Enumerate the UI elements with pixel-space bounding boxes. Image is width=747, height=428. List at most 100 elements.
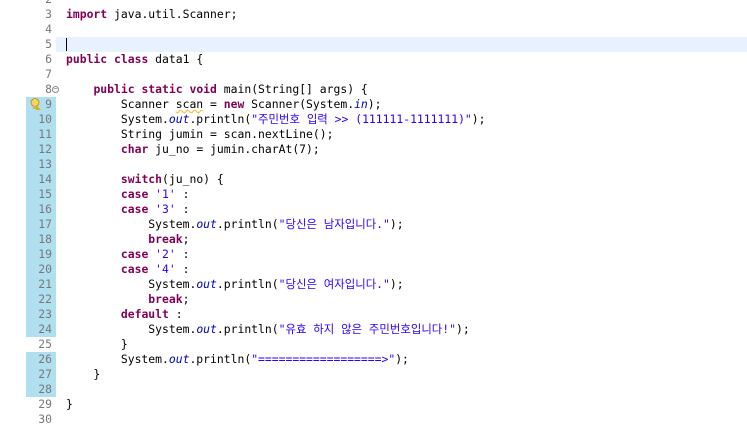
code-line[interactable]: 21 System.out.println("당신은 여자입니다.");: [0, 277, 747, 292]
code-line[interactable]: 20 case '4' :: [0, 262, 747, 277]
keyword: void: [189, 82, 217, 96]
code-line[interactable]: 23 default :: [0, 307, 747, 322]
keyword: break: [148, 232, 183, 246]
code-text: case '1' :: [66, 187, 190, 202]
annotation-margin: [0, 292, 26, 307]
string-literal: "유효 하지 않은 주민번호입니다!": [278, 322, 457, 336]
code-line[interactable]: 18 break;: [0, 232, 747, 247]
collapse-icon[interactable]: −: [52, 86, 59, 93]
code-token: main(String[] args) {: [216, 82, 368, 96]
code-line[interactable]: 11 String jumin = scan.nextLine();: [0, 127, 747, 142]
string-literal: '2': [155, 247, 176, 261]
code-line[interactable]: 16 case '3' :: [0, 202, 747, 217]
code-line[interactable]: 22 break;: [0, 292, 747, 307]
code-line[interactable]: 19 case '2' :: [0, 247, 747, 262]
code-line[interactable]: 4: [0, 22, 747, 37]
code-token: );: [395, 352, 409, 366]
code-text: import java.util.Scanner;: [66, 7, 237, 22]
string-literal: "주민번호 입력 >> (111111-1111111)": [251, 112, 472, 126]
line-number: 3: [26, 7, 56, 22]
string-literal: '1': [155, 187, 176, 201]
code-line[interactable]: 24 System.out.println("유효 하지 않은 주민번호입니다!…: [0, 322, 747, 337]
line-number: 29: [26, 397, 56, 412]
text-caret: [66, 38, 67, 51]
annotation-margin: [0, 232, 26, 247]
annotation-margin: [0, 37, 26, 52]
code-line[interactable]: 13: [0, 157, 747, 172]
code-line[interactable]: 28: [0, 382, 747, 397]
string-literal: "당신은 여자입니다.": [278, 277, 390, 291]
code-line[interactable]: 7: [0, 67, 747, 82]
code-line[interactable]: 5: [0, 37, 747, 52]
code-token: .println(: [189, 352, 252, 366]
annotation-margin: [0, 157, 26, 172]
annotation-margin: [0, 172, 26, 187]
code-line[interactable]: 3 import java.util.Scanner;: [0, 7, 747, 22]
annotation-margin: [0, 352, 26, 367]
line-number: 5: [26, 37, 56, 52]
code-line[interactable]: 30: [0, 412, 747, 427]
annotation-margin: [0, 382, 26, 397]
code-text: System.out.println("주민번호 입력 >> (111111-1…: [66, 112, 486, 127]
line-number: 6: [26, 52, 56, 67]
code-token: System.: [66, 112, 169, 126]
annotation-margin: [0, 322, 26, 337]
code-text: switch(ju_no) {: [66, 172, 224, 187]
code-line[interactable]: 8− public static void main(String[] args…: [0, 82, 747, 97]
string-literal: '4': [155, 262, 176, 276]
keyword: break: [148, 292, 183, 306]
code-token: String jumin = scan.nextLine();: [66, 127, 334, 141]
annotation-margin: [0, 412, 26, 427]
line-number: 14: [26, 172, 56, 187]
line-number: 18: [26, 232, 56, 247]
static-field: in: [354, 97, 368, 111]
code-token: :: [175, 247, 190, 261]
annotation-margin: [0, 262, 26, 277]
line-number: 28: [26, 382, 56, 397]
code-token: ;: [182, 292, 190, 306]
annotation-margin: [0, 7, 26, 22]
code-token: ;: [182, 232, 190, 246]
code-token: }: [66, 367, 101, 381]
code-line[interactable]: 2: [0, 0, 747, 7]
code-line[interactable]: 14 switch(ju_no) {: [0, 172, 747, 187]
code-line[interactable]: 6 public class data1 {: [0, 52, 747, 67]
code-token: :: [168, 307, 183, 321]
annotation-margin: [0, 22, 26, 37]
code-token: :: [175, 187, 190, 201]
line-number: 7: [26, 67, 56, 82]
keyword: case: [120, 262, 149, 276]
code-token: );: [456, 322, 470, 336]
code-line[interactable]: 12 char ju_no = jumin.charAt(7);: [0, 142, 747, 157]
code-token: System.: [66, 277, 197, 291]
code-token: scan: [175, 97, 204, 111]
code-line[interactable]: 17 System.out.println("당신은 남자입니다.");: [0, 217, 747, 232]
code-line[interactable]: 15 case '1' :: [0, 187, 747, 202]
code-line[interactable]: 9 Scanner scan = new Scanner(System.in);: [0, 97, 747, 112]
code-line[interactable]: 27 }: [0, 367, 747, 382]
annotation-margin: [0, 397, 26, 412]
line-number: 16: [26, 202, 56, 217]
code-token: System.: [66, 322, 197, 336]
code-line[interactable]: 29}: [0, 397, 747, 412]
code-text: System.out.println("유효 하지 않은 주민번호입니다!");: [66, 322, 470, 337]
code-token: (ju_no) {: [162, 172, 224, 186]
code-line[interactable]: 26 System.out.println("=================…: [0, 352, 747, 367]
code-text: case '3' :: [66, 202, 190, 217]
code-token: data1 {: [148, 52, 204, 66]
annotation-margin: [0, 202, 26, 217]
warning-lightbulb-icon[interactable]: [30, 98, 41, 110]
annotation-margin: [0, 187, 26, 202]
code-text: System.out.println("당신은 남자입니다.");: [66, 217, 404, 232]
code-line[interactable]: 25 }: [0, 337, 747, 352]
code-editor[interactable]: 23 import java.util.Scanner; 456 public cla…: [0, 0, 747, 427]
code-line[interactable]: 10 System.out.println("주민번호 입력 >> (11111…: [0, 112, 747, 127]
code-token: :: [175, 262, 190, 276]
code-token: );: [389, 217, 404, 231]
keyword: case: [120, 187, 149, 201]
keyword: public: [93, 82, 135, 96]
code-token: .println(: [216, 322, 279, 336]
code-token: ju_no = jumin.charAt(7);: [148, 142, 320, 156]
